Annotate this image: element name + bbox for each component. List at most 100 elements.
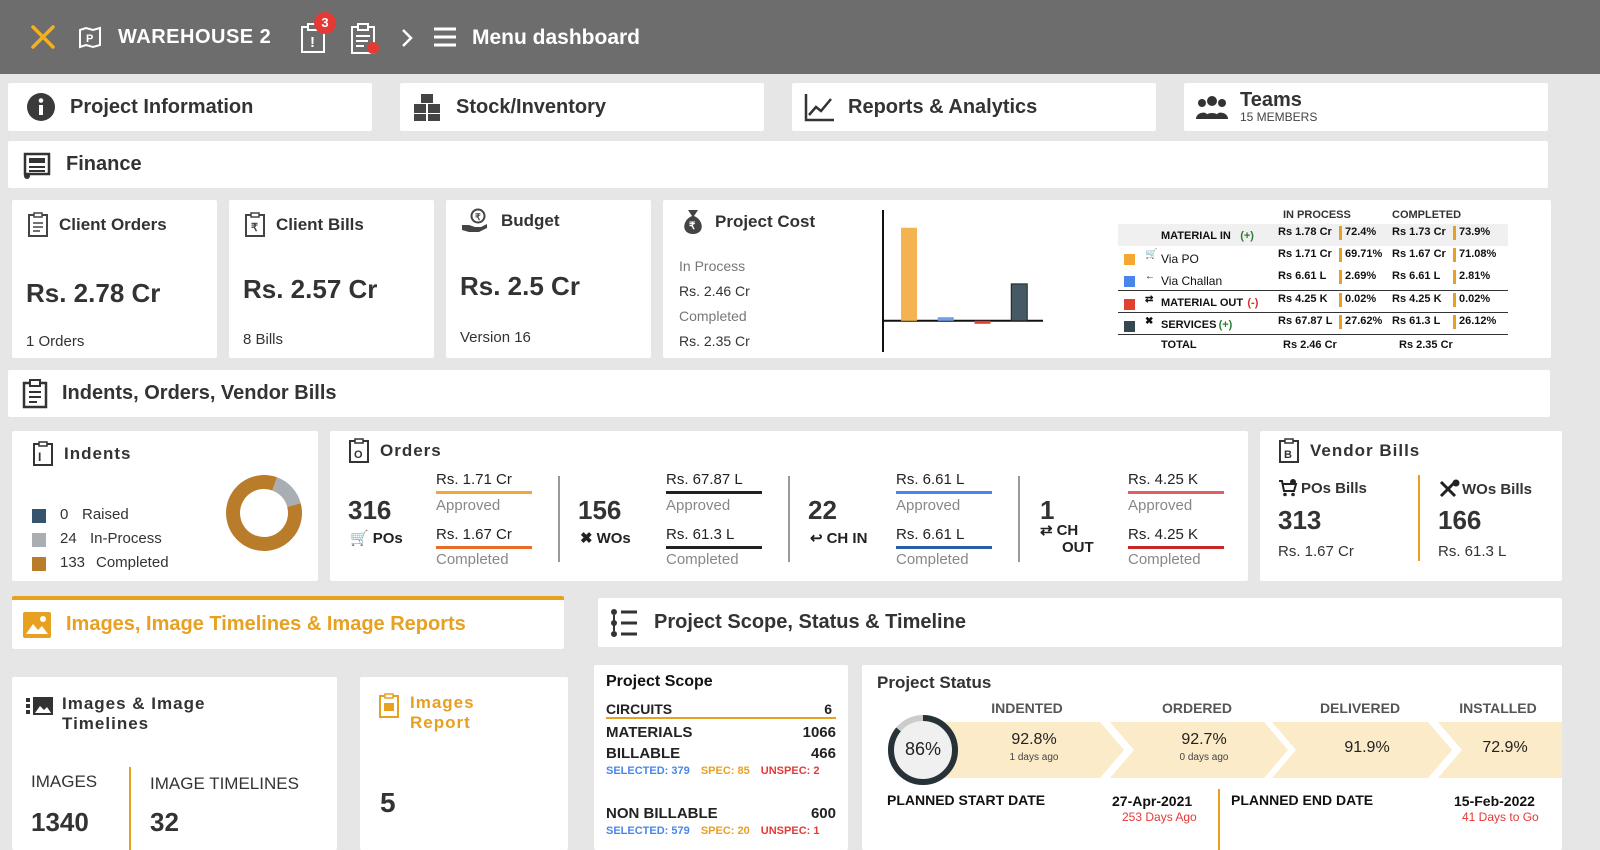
images-divider (129, 767, 131, 850)
billable-value: 466 (810, 745, 836, 762)
images-tab[interactable]: Images, Image Timelines & Image Reports (12, 596, 564, 649)
ip-pct: 2.69% (1345, 270, 1377, 282)
arrow-left-icon: ↩ (810, 530, 823, 547)
stage-percent: 92.8% (1011, 731, 1057, 748)
bar-material-out (974, 320, 991, 324)
approved-label: Approved (1128, 497, 1193, 514)
chevron-right-icon (400, 28, 414, 48)
indent-count: 24 (60, 530, 77, 547)
circuits-label: CIRCUITS (606, 701, 673, 717)
orders-card[interactable]: O Orders 316 🛒 POs Rs. 1.71 Cr Approved Rs. 1… (330, 431, 1248, 581)
legend-swatch (1124, 276, 1135, 287)
client-bills-card[interactable]: ₹ Client Bills Rs. 2.57 Cr 8 Bills (229, 200, 434, 358)
nb-unspec: UNSPEC: 1 (760, 825, 820, 837)
budget-card[interactable]: ₹ Budget Rs. 2.5 Cr Version 16 (446, 200, 651, 358)
ip-pct: 69.71% (1345, 248, 1383, 260)
project-information-label: Project Information (70, 95, 254, 118)
ip-value: Rs 1.71 Cr (1278, 248, 1332, 260)
approved-bar (1128, 491, 1224, 494)
total-in-process: Rs 2.46 Cr (1283, 339, 1337, 351)
ip-value: Rs 6.61 L (1278, 270, 1327, 282)
cash-register-icon (22, 150, 52, 180)
stock-inventory-button[interactable]: Stock/Inventory (400, 83, 764, 131)
nb-spec: SPEC: 20 (700, 825, 750, 837)
indent-label: Completed (96, 554, 169, 571)
row-icon: ← (1145, 271, 1155, 282)
pct-bar (1453, 226, 1456, 240)
project-information-button[interactable]: Project Information (8, 83, 372, 131)
in-process-label: In Process (679, 258, 746, 274)
overall-progress-value: 86% (904, 739, 942, 759)
images-report-card[interactable]: Images Report 5 (360, 677, 568, 850)
teams-button[interactable]: Teams 15 MEMBERS (1184, 83, 1548, 131)
scope-tab[interactable]: Project Scope, Status & Timeline (598, 598, 1562, 647)
completed-label: Completed (679, 308, 747, 324)
legend-swatch (1124, 254, 1135, 265)
images-timelines-card[interactable]: Images & Image Timelines IMAGES 1340 IMA… (12, 677, 337, 850)
info-icon (26, 92, 56, 122)
pct-bar (1339, 226, 1342, 240)
order-divider (1018, 476, 1020, 562)
images-label: IMAGES (31, 772, 98, 791)
indent-legend-item: 133 Completed (32, 554, 212, 578)
images-timelines-title2: Timelines (62, 714, 150, 734)
approved-label: Approved (666, 497, 731, 514)
c-value: Rs 6.61 L (1392, 270, 1441, 282)
vendor-bills-card[interactable]: B Vendor Bills POs Bills 313 Rs. 1.67 Cr… (1260, 431, 1562, 581)
non-billable-value: 600 (810, 805, 836, 822)
in-process-value: Rs. 2.46 Cr (679, 283, 750, 299)
stage-label: INDENTED (991, 700, 1063, 716)
fin-row: ✖ SERVICES (+) Rs 67.87 L 27.62% Rs 61.3 L 26.… (1118, 312, 1508, 334)
ip-pct: 27.62% (1345, 315, 1383, 327)
svg-text:B: B (1284, 449, 1292, 461)
order-group: 316 🛒 POs Rs. 1.71 Cr Approved Rs. 1.67 Cr Com… (348, 471, 563, 576)
indents-section-title: Indents, Orders, Vendor Bills (62, 382, 337, 404)
pct-bar (1453, 315, 1456, 329)
completed-bar (1128, 546, 1224, 549)
images-value: 1340 (31, 807, 89, 837)
order-unit-label: POs (372, 529, 403, 547)
wos-bills-label: WOs Bills (1462, 480, 1533, 498)
pct-bar (1339, 315, 1342, 329)
legend-swatch (1124, 321, 1135, 332)
indents-section-header[interactable]: Indents, Orders, Vendor Bills (8, 370, 1550, 417)
bar-via-challan (937, 317, 954, 321)
menu-icon[interactable] (433, 26, 457, 48)
reports-analytics-button[interactable]: Reports & Analytics (792, 83, 1156, 131)
bar-services (1010, 283, 1028, 322)
vendor-divider (1418, 475, 1420, 561)
clipboard-badge-icon[interactable] (350, 22, 382, 56)
approved-value: Rs. 6.61 L (896, 471, 965, 488)
indents-card[interactable]: I Indents 0 Raised 24 In-Process 133 Complete… (12, 431, 318, 581)
indent-count: 133 (60, 554, 86, 571)
row-label: Via PO (1161, 252, 1199, 266)
project-cost-card[interactable]: ₹ Project Cost In Process Rs. 2.46 Cr Co… (663, 200, 1551, 358)
ip-pct: 72.4% (1345, 226, 1377, 238)
completed-bar (896, 546, 992, 549)
svg-text:I: I (38, 450, 41, 464)
close-icon[interactable] (30, 24, 56, 50)
completed-label: Completed (896, 551, 969, 568)
order-group: 22 ↩ CH IN Rs. 6.61 L Approved Rs. 6.61 L Comp… (808, 471, 1023, 576)
billable-selected: SELECTED: 379 (606, 765, 690, 777)
images-report-title: Images (410, 693, 475, 712)
order-unit: ✖ WOs (580, 529, 631, 548)
c-value: Rs 61.3 L (1392, 315, 1441, 327)
client-orders-card[interactable]: Client Orders Rs. 2.78 Cr 1 Orders (12, 200, 217, 358)
indents-title: Indents (64, 444, 132, 463)
approved-label: Approved (436, 497, 501, 514)
non-billable-label: NON BILLABLE (606, 805, 718, 822)
order-count: 156 (578, 495, 622, 525)
date-divider (1218, 789, 1220, 850)
warehouse-name[interactable]: WAREHOUSE 2 (118, 26, 271, 49)
finance-section-header[interactable]: Finance (8, 141, 1548, 188)
stage-label: INSTALLED (1459, 700, 1537, 716)
billable-unspec: UNSPEC: 2 (760, 765, 820, 777)
svg-text:P: P (86, 33, 93, 45)
vendor-bills-icon: B (1278, 438, 1300, 464)
pct-bar (1453, 293, 1456, 307)
c-value: Rs 4.25 K (1392, 293, 1442, 305)
order-count: 22 (808, 495, 837, 525)
project-status-card[interactable]: Project Status INDENTED 92.8% 1 days ago OR… (862, 665, 1562, 850)
project-scope-card[interactable]: Project Scope CIRCUITS 6 MATERIALS 1066 … (594, 665, 848, 850)
